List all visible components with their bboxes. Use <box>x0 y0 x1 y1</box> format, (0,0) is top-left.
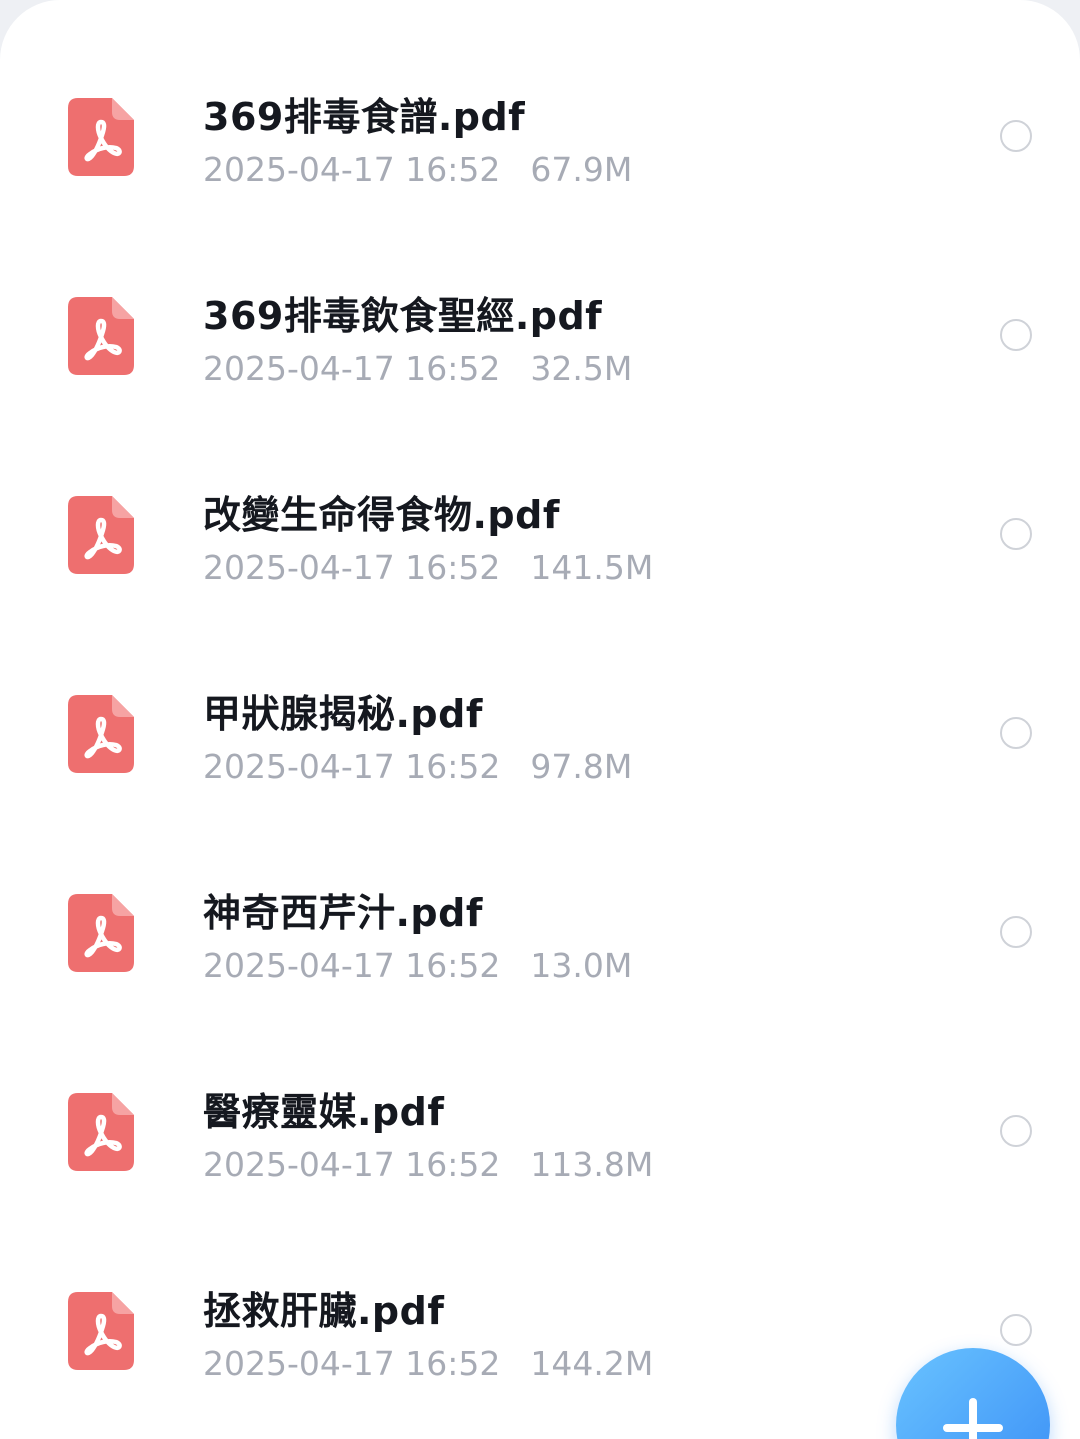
file-meta: 2025-04-17 16:52 97.8M <box>203 747 632 786</box>
file-list-sheet: 369排毒食譜.pdf 2025-04-17 16:52 67.9M 369排毒飲… <box>0 0 1080 1439</box>
file-row[interactable]: 改變生命得食物.pdf 2025-04-17 16:52 141.5M <box>0 460 1080 659</box>
file-name: 甲狀腺揭秘.pdf <box>203 692 483 736</box>
file-name: 神奇西芹汁.pdf <box>203 891 483 935</box>
file-size: 113.8M <box>530 1145 654 1184</box>
file-name: 醫療靈媒.pdf <box>203 1090 445 1134</box>
file-date: 2025-04-17 16:52 <box>203 150 501 189</box>
file-meta: 2025-04-17 16:52 13.0M <box>203 946 632 985</box>
select-radio[interactable] <box>1000 717 1032 749</box>
file-name: 369排毒飲食聖經.pdf <box>203 294 603 338</box>
select-radio[interactable] <box>1000 916 1032 948</box>
file-row[interactable]: 醫療靈媒.pdf 2025-04-17 16:52 113.8M <box>0 1057 1080 1256</box>
pdf-icon <box>68 1292 134 1370</box>
file-meta: 2025-04-17 16:52 113.8M <box>203 1145 653 1184</box>
file-row[interactable]: 369排毒食譜.pdf 2025-04-17 16:52 67.9M <box>0 62 1080 261</box>
plus-icon <box>943 1398 1003 1439</box>
file-date: 2025-04-17 16:52 <box>203 548 501 587</box>
file-size: 67.9M <box>530 150 633 189</box>
select-radio[interactable] <box>1000 1314 1032 1346</box>
pdf-icon <box>68 1093 134 1171</box>
select-radio[interactable] <box>1000 1115 1032 1147</box>
file-size: 32.5M <box>530 349 633 388</box>
file-name: 369排毒食譜.pdf <box>203 95 526 139</box>
file-size: 141.5M <box>530 548 654 587</box>
select-radio[interactable] <box>1000 319 1032 351</box>
pdf-icon <box>68 894 134 972</box>
file-meta: 2025-04-17 16:52 67.9M <box>203 150 632 189</box>
file-name: 拯救肝臟.pdf <box>203 1289 445 1333</box>
pdf-icon <box>68 297 134 375</box>
file-size: 97.8M <box>530 747 633 786</box>
file-meta: 2025-04-17 16:52 32.5M <box>203 349 632 388</box>
file-size: 144.2M <box>530 1344 654 1383</box>
file-row[interactable]: 甲狀腺揭秘.pdf 2025-04-17 16:52 97.8M <box>0 659 1080 858</box>
file-date: 2025-04-17 16:52 <box>203 349 501 388</box>
select-radio[interactable] <box>1000 518 1032 550</box>
file-date: 2025-04-17 16:52 <box>203 1145 501 1184</box>
file-meta: 2025-04-17 16:52 144.2M <box>203 1344 653 1383</box>
file-date: 2025-04-17 16:52 <box>203 946 501 985</box>
pdf-icon <box>68 98 134 176</box>
file-row[interactable]: 神奇西芹汁.pdf 2025-04-17 16:52 13.0M <box>0 858 1080 1057</box>
select-radio[interactable] <box>1000 120 1032 152</box>
file-meta: 2025-04-17 16:52 141.5M <box>203 548 653 587</box>
file-row[interactable]: 369排毒飲食聖經.pdf 2025-04-17 16:52 32.5M <box>0 261 1080 460</box>
pdf-icon <box>68 496 134 574</box>
pdf-icon <box>68 695 134 773</box>
file-size: 13.0M <box>530 946 633 985</box>
file-date: 2025-04-17 16:52 <box>203 1344 501 1383</box>
file-date: 2025-04-17 16:52 <box>203 747 501 786</box>
file-name: 改變生命得食物.pdf <box>203 493 560 537</box>
